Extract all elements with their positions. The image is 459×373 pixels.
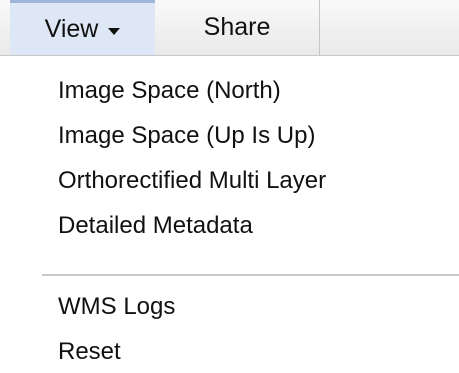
menu-item-reset[interactable]: Reset [58, 337, 121, 367]
menu-item-image-space-north[interactable]: Image Space (North) [58, 76, 281, 106]
menu-item-image-space-up-is-up[interactable]: Image Space (Up Is Up) [58, 121, 315, 151]
view-dropdown-menu: Image Space (North) Image Space (Up Is U… [10, 56, 459, 373]
menu-item-wms-logs[interactable]: WMS Logs [58, 292, 175, 322]
menu-separator [42, 274, 459, 276]
share-menu-button[interactable]: Share [155, 0, 320, 55]
caret-down-icon [108, 27, 121, 35]
menu-item-orthorectified-multi-layer[interactable]: Orthorectified Multi Layer [58, 166, 326, 196]
view-menu-button[interactable]: View [10, 0, 155, 55]
menu-bar: View Share [0, 0, 459, 56]
share-menu-label: Share [203, 13, 271, 41]
menu-item-detailed-metadata[interactable]: Detailed Metadata [58, 211, 253, 241]
view-menu-label: View [44, 14, 99, 43]
